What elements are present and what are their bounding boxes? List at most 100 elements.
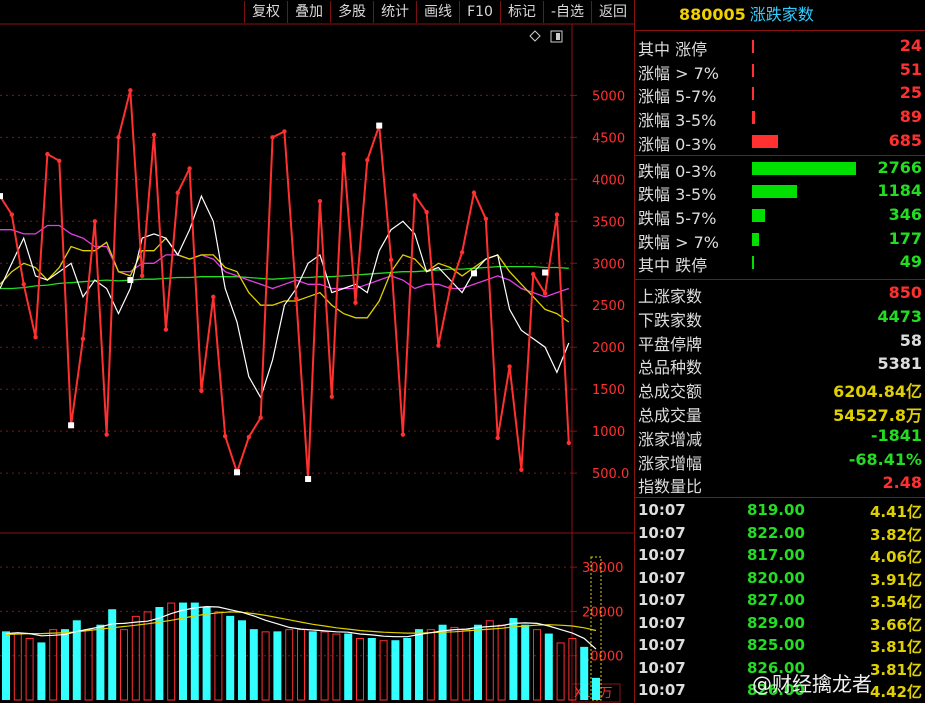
tick-amount: 4.06亿 [869,548,922,566]
breadth-value: 25 [899,83,922,103]
breadth-row: 涨幅 > 7% 51 [635,59,925,83]
close-point [175,190,180,195]
volume-bar [438,624,447,700]
stat-label: 下跌家数 [638,310,703,330]
breadth-bar [752,111,755,125]
close-point [459,250,465,255]
index-name: 涨跌家数 [749,5,814,24]
volume-bar [391,640,400,700]
marker-point [305,476,312,483]
volume-bar [108,609,117,700]
close-point [294,296,299,301]
vol-y-tick-label: 30000 [582,561,623,576]
breadth-row: 跌幅 > 7% 177 [635,228,925,252]
close-point [542,291,548,296]
volume-bar [344,633,353,700]
breadth-value: 49 [899,252,922,272]
close-point [507,364,512,369]
close-point [365,157,370,163]
stat-value: 850 [888,283,922,302]
breadth-bar [752,134,778,148]
close-point [317,198,323,204]
y-tick-label: 1500 [592,383,625,398]
tick-time: 10:07 [638,613,686,632]
breadth-label: 跌幅 > 7% [638,232,719,252]
panel-title: 880005 涨跌家数 [635,0,925,30]
close-point [495,435,500,441]
y-tick-label: 3500 [592,215,625,230]
panel-divider [635,30,925,31]
breadth-label: 其中 涨停 [638,40,708,59]
close-point [80,336,86,342]
vol-y-tick-label: 20000 [582,605,623,620]
volume-bar [308,631,317,700]
close-point [199,388,204,394]
diamond-icon [529,30,541,42]
breadth-bar [752,161,856,175]
y-tick-label: 2500 [592,299,625,314]
stat-value: 5381 [877,354,922,374]
breadth-label: 涨幅 3-5% [638,111,717,131]
close-point [128,88,133,93]
y-tick-label: 5000 [592,89,625,104]
breadth-bar [752,63,754,77]
close-point [57,158,62,164]
tick-row: 10:07 827.00 3.54亿 [635,590,925,612]
stat-row: 总品种数 5381 [635,353,925,377]
breadth-row: 涨幅 5-7% 25 [635,82,925,107]
ma60-line [0,265,569,290]
volume-bar [544,633,553,700]
tick-amount: 3.81亿 [869,660,922,679]
close-point [151,132,157,138]
volume-bar [367,638,376,700]
stat-row: 上涨家数 850 [635,282,925,306]
breadth-label: 涨幅 5-7% [638,87,717,107]
vol-y-tick-label: 10000 [582,650,623,665]
close-point [412,193,417,198]
volume-bar [84,629,93,701]
close-point [483,216,489,221]
stat-row: 总成交量 54527.8万 [635,401,925,425]
y-tick-label: 3000 [592,257,625,272]
breadth-value: 2766 [877,157,922,177]
y-tick-label: 4500 [592,131,625,146]
tick-time: 10:07 [638,636,686,654]
volume-bar [285,629,294,701]
stat-value: 2.48 [882,473,922,493]
tick-amount: 3.66亿 [869,615,922,634]
tick-amount: 3.54亿 [869,593,922,611]
stat-value: 58 [899,330,922,350]
volume-bar [403,638,412,700]
tick-time: 10:07 [638,658,686,677]
stat-row: 平盘停牌 58 [635,330,925,354]
stat-value: 6204.84亿 [833,382,922,402]
breadth-bar [752,87,754,101]
breadth-bar [752,256,754,270]
tick-row: 10:07 820.00 3.91亿 [635,568,925,590]
panel-divider [635,279,925,280]
window-icon-fill [556,33,560,40]
close-point [222,433,228,439]
index-code: 880005 [679,5,746,24]
close-point [9,212,15,217]
breadth-value: 1184 [877,181,922,201]
breadth-label: 跌幅 3-5% [638,185,717,205]
stat-label: 上涨家数 [638,287,703,306]
marker-point [542,269,549,276]
volume-bar [155,607,164,700]
volume-bar [320,631,329,701]
close-point [566,440,571,446]
stat-label: 指数量比 [638,477,703,497]
stat-value: 54527.8万 [833,406,922,425]
volume-bar [273,631,282,700]
volume-bar [214,611,223,701]
close-point [519,467,524,472]
marker-point [0,193,3,200]
volume-bar [2,631,10,700]
breadth-bar [752,208,765,222]
breadth-value: 346 [888,204,922,224]
volume-bar [450,626,459,701]
stat-row: 涨家增幅 -68.41% [635,449,925,473]
close-point [104,432,109,437]
breadth-panel: 880005 涨跌家数 其中 涨停 24 涨幅 > 7% 51 涨幅 5-7% 25 涨幅 3… [634,0,925,703]
